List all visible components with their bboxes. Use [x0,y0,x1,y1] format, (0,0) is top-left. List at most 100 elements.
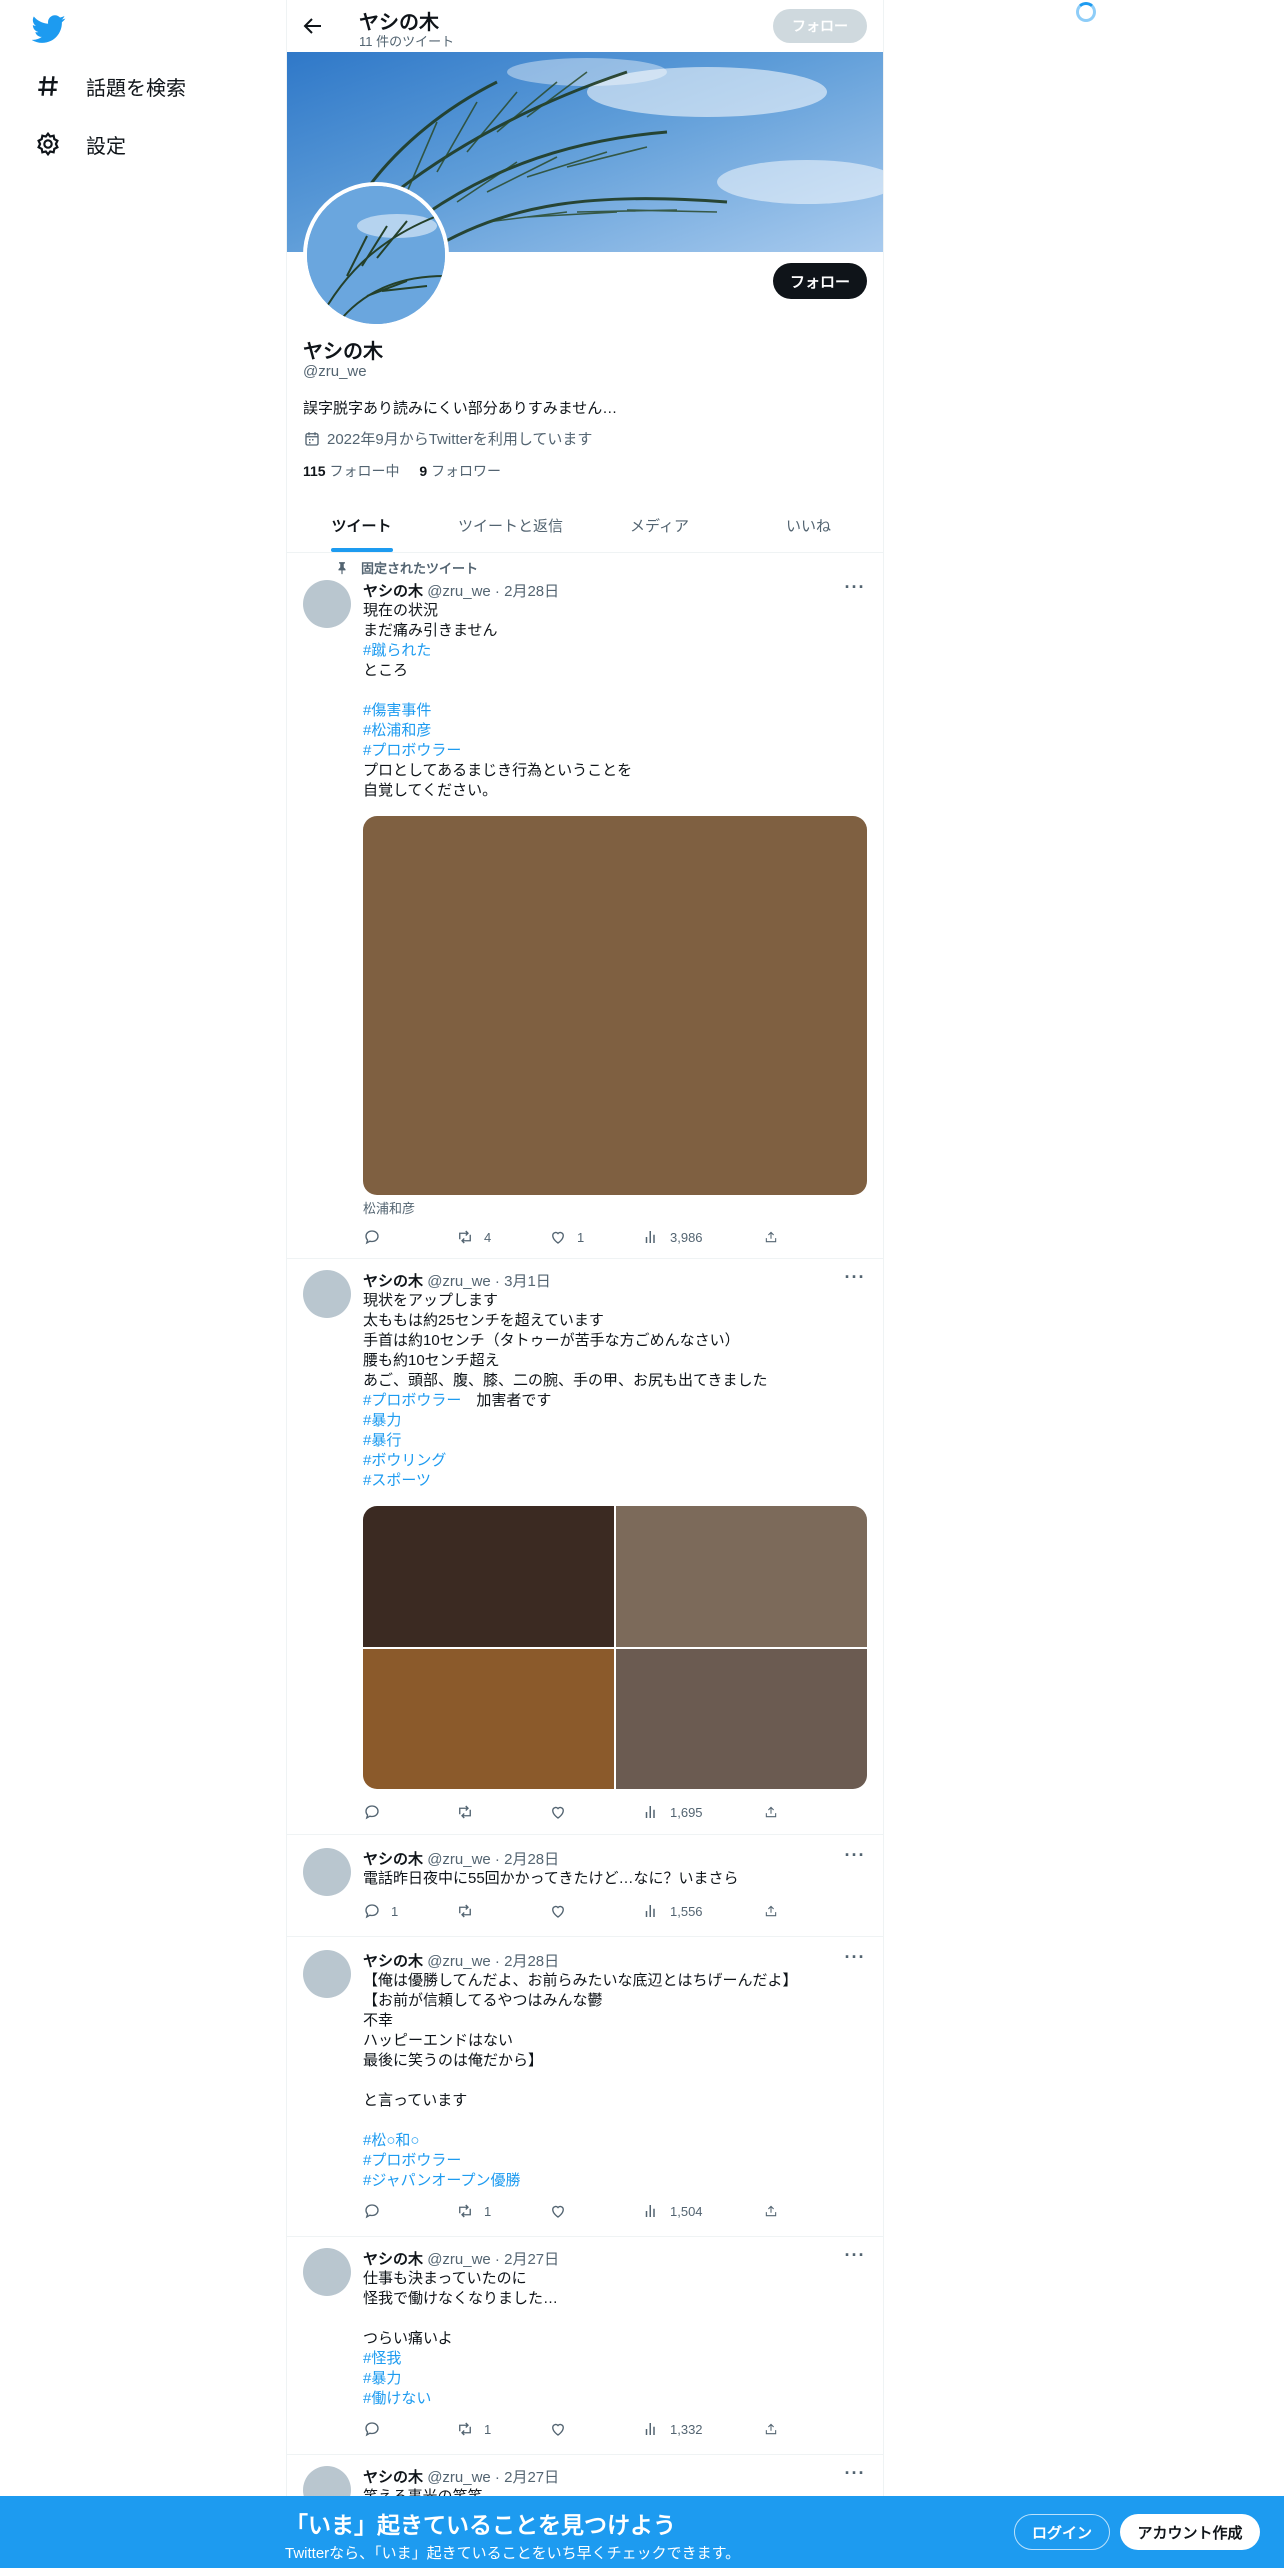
tweet-author-name[interactable]: ヤシの木 [363,583,423,600]
hashtag-line[interactable]: #傷害事件 [363,701,867,721]
share-action[interactable] [764,1227,788,1247]
tweet-media-image[interactable] [363,1506,614,1647]
tab-tweets[interactable]: ツイート [287,499,436,552]
hashtag-line[interactable]: #松浦和彦 [363,721,867,741]
more-options-icon[interactable]: ··· [843,2246,867,2268]
tweet-meta[interactable]: @zru_we · 2月28日 [427,1953,559,1970]
tweet[interactable]: ヤシの木 @zru_we · 2月28日 ··· 電話昨日夜中に55回かかってき… [287,1834,883,1937]
like-icon [552,1905,564,1918]
header-follow-button[interactable]: フォロー [773,9,867,43]
following-link[interactable]: 115 フォロー中 [303,463,399,479]
hashtag-line[interactable]: #プロボウラー [363,741,867,761]
tweet-avatar[interactable] [303,580,351,628]
share-action[interactable] [764,1802,788,1822]
more-options-icon[interactable]: ··· [843,1948,867,1970]
views-count: 1,556 [670,1903,703,1919]
tweet-meta[interactable]: @zru_we · 3月1日 [427,1273,551,1290]
reply-action[interactable] [363,1227,456,1247]
hashtag-line[interactable]: #働けない [363,2389,867,2409]
tweet-media-image[interactable] [363,816,867,1195]
like-action[interactable] [549,1901,642,1921]
follow-button[interactable]: フォロー [773,263,867,299]
tab-media[interactable]: メディア [585,499,734,552]
hashtag-line[interactable]: #ボウリング [363,1451,867,1471]
tweet-avatar[interactable] [303,1950,351,1998]
tab-tweets-replies[interactable]: ツイートと返信 [436,499,585,552]
media-caption[interactable]: 松浦和彦 [363,1198,415,1217]
hashtag-line[interactable]: #ジャパンオープン優勝 [363,2171,867,2191]
hashtag-line[interactable]: #プロボウラー [363,2151,867,2171]
retweet-action[interactable]: 1 [456,2201,549,2221]
followers-link[interactable]: 9 フォロワー [419,463,501,479]
signup-button[interactable]: アカウント作成 [1120,2514,1260,2550]
tab-likes[interactable]: いいね [734,499,883,552]
more-options-icon[interactable]: ··· [843,1268,867,1290]
hashtag-line[interactable]: #怪我 [363,2349,867,2369]
tweet-meta[interactable]: @zru_we · 2月28日 [427,583,559,600]
tweet-header: ヤシの木 @zru_we · 3月1日 [363,1270,551,1291]
tweet-media-image[interactable] [616,1648,867,1789]
login-button[interactable]: ログイン [1014,2514,1110,2550]
views-action[interactable]: 1,556 [642,1901,764,1921]
reply-action[interactable] [363,2201,456,2221]
tweet-meta[interactable]: @zru_we · 2月28日 [427,1851,559,1868]
reply-icon [365,1904,379,1919]
hashtag-line[interactable]: #プロボウラー 加害者です [363,1391,867,1411]
retweet-action[interactable]: 4 [456,1227,549,1247]
retweet-action[interactable]: 1 [456,2419,549,2439]
like-action[interactable] [549,2201,642,2221]
tweet-avatar[interactable] [303,1270,351,1318]
tweet-author-name[interactable]: ヤシの木 [363,2251,423,2268]
share-action[interactable] [764,2201,788,2221]
hashtag-line[interactable]: #松○和○ [363,2131,867,2151]
tweet-author-name[interactable]: ヤシの木 [363,1953,423,1970]
back-arrow-icon[interactable] [301,14,325,38]
hashtag-line[interactable]: #蹴られた [363,641,867,661]
share-action[interactable] [764,2419,788,2439]
like-action[interactable] [549,2419,642,2439]
tweet-media-image[interactable] [616,1506,867,1647]
more-options-icon[interactable]: ··· [843,2464,867,2486]
retweet-icon [459,2204,471,2218]
nav-item-explore[interactable]: 話題を検索 [34,66,186,106]
nav-item-settings[interactable]: 設定 [34,124,126,164]
more-options-icon[interactable]: ··· [843,1846,867,1868]
share-action[interactable] [764,1901,788,1921]
views-action[interactable]: 1,504 [642,2201,764,2221]
reply-action[interactable] [363,2419,456,2439]
text-line [363,681,867,701]
tweet[interactable]: ヤシの木 @zru_we · 3月1日 ··· 現状をアップします 太ももは約25… [287,1258,883,1835]
hashtag-line[interactable]: #スポーツ [363,1471,867,1491]
tweet-author-name[interactable]: ヤシの木 [363,2469,423,2486]
reply-action[interactable] [363,1802,456,1822]
retweet-action[interactable] [456,1901,549,1921]
views-action[interactable]: 1,332 [642,2419,764,2439]
tweet-meta[interactable]: @zru_we · 2月27日 [427,2469,559,2486]
reply-icon [365,2204,379,2219]
profile-avatar[interactable] [303,182,449,328]
like-action[interactable] [549,1802,642,1822]
text-line: 【お前が信頼してるやつはみんな鬱 [363,1992,603,2009]
tweet-avatar[interactable] [303,1848,351,1896]
twitter-bird-icon[interactable] [32,12,66,46]
like-action[interactable]: 1 [549,1227,642,1247]
tweet-meta[interactable]: @zru_we · 2月27日 [427,2251,559,2268]
hashtag-line[interactable]: #暴力 [363,2369,867,2389]
more-options-icon[interactable]: ··· [843,578,867,600]
tweet-header: ヤシの木 @zru_we · 2月28日 [363,580,559,601]
tweet[interactable]: ヤシの木 @zru_we · 2月28日 ··· 【俺は優勝してんだよ、お前らみ… [287,1936,883,2237]
tweet-author-name[interactable]: ヤシの木 [363,1273,423,1290]
tweet-media-image[interactable] [363,1648,614,1789]
views-action[interactable]: 1,695 [642,1802,764,1822]
retweet-action[interactable] [456,1802,549,1822]
tweet[interactable]: ヤシの木 @zru_we · 2月27日 ··· 仕事も決まっていたのに 怪我で働… [287,2236,883,2455]
text-line: と言っています [363,2092,468,2109]
reply-action[interactable]: 1 [363,1901,456,1921]
tweet[interactable]: 固定されたツイート ヤシの木 @zru_we · 2月28日 ··· 現在の状況… [287,553,883,1259]
retweet-count: 4 [484,1229,492,1245]
hashtag-line[interactable]: #暴力 [363,1411,867,1431]
hashtag-line[interactable]: #暴行 [363,1431,867,1451]
tweet-author-name[interactable]: ヤシの木 [363,1851,423,1868]
views-action[interactable]: 3,986 [642,1227,764,1247]
tweet-avatar[interactable] [303,2248,351,2296]
